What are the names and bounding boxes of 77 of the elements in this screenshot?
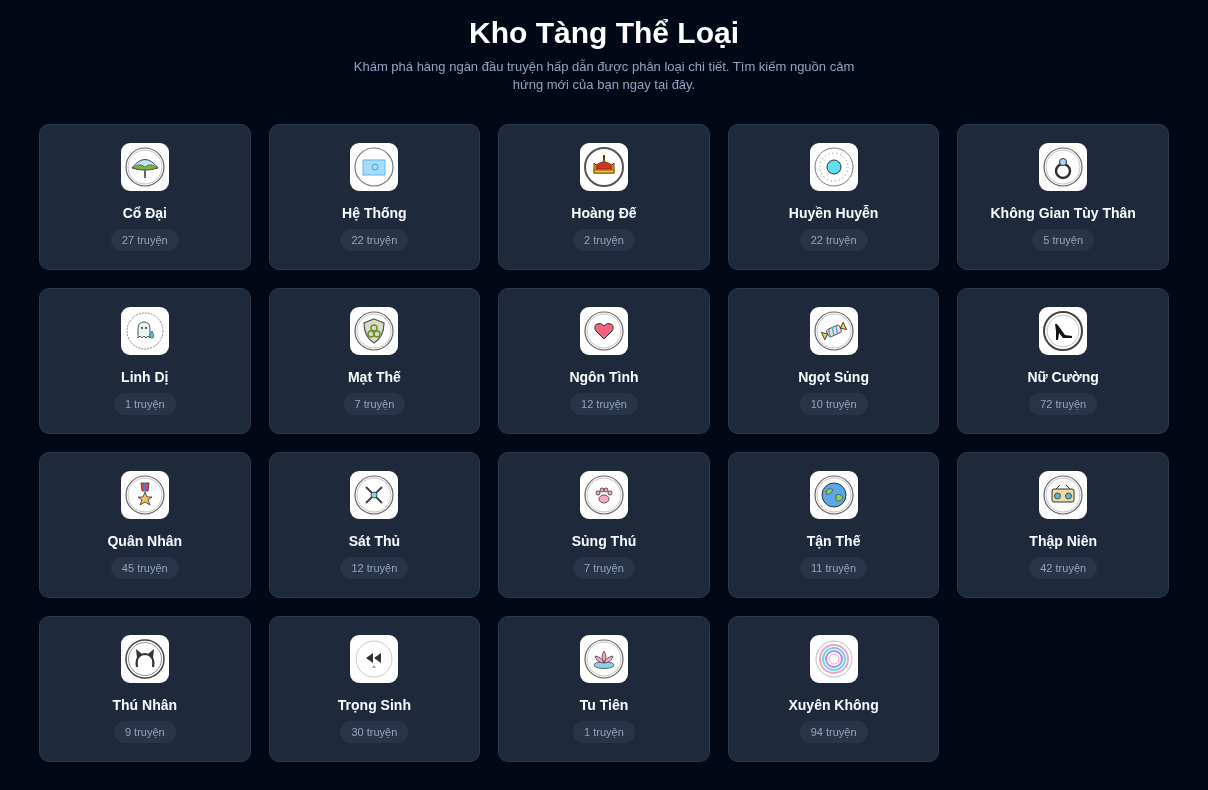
story-count: 30 truyện [340,721,409,743]
genre-card[interactable]: Linh Dị 1 truyện [39,288,251,434]
story-count: 1 truyện [573,721,635,743]
story-count: 45 truyện [110,557,179,579]
genre-name: Sủng Thú [571,532,637,551]
genre-name: Quân Nhân [107,532,183,551]
crossed-swords-icon [350,471,399,519]
story-count: 1 truyện [113,393,176,415]
shield-icon [350,307,399,355]
story-count: 9 truyện [113,721,176,743]
fan-icon [120,143,169,191]
story-count: 7 truyện [573,557,635,579]
story-count: 94 truyện [799,721,868,743]
genre-card[interactable]: Tận Thế 11 truyện [727,452,940,598]
story-count: 7 truyện [343,393,406,415]
genre-name: Ngôn Tình [569,368,639,387]
candy-icon [809,307,858,355]
story-count: 5 truyện [1032,229,1095,251]
rewind-icon [350,635,399,683]
ring-icon [1039,143,1088,191]
genre-name: Mạt Thế [347,368,401,387]
genre-card[interactable]: Thú Nhân 9 truyện [39,616,251,762]
globe-icon [809,471,858,519]
genre-name: Tận Thế [806,532,861,551]
story-count: 22 truyện [799,229,868,251]
ghost-icon [120,307,169,355]
genre-card[interactable]: Quân Nhân 45 truyện [39,452,251,598]
portal-icon [809,635,858,683]
genre-name: Tu Tiên [579,696,629,715]
genre-card[interactable]: Mạt Thế 7 truyện [268,288,481,434]
genre-name: Trọng Sinh [337,696,411,715]
screen-icon [350,143,399,191]
genre-name: Xuyên Không [788,696,879,715]
radio-icon [1039,471,1088,519]
lotus-icon [580,635,628,683]
genre-card[interactable]: Hoàng Đế 2 truyện [498,124,710,270]
genre-name: Ngọt Sủng [798,368,869,387]
genre-card[interactable]: Hệ Thống 22 truyện [268,124,481,270]
genre-card[interactable]: Thập Niên 42 truyện [957,452,1169,598]
genre-card[interactable]: Không Gian Tùy Thân 5 truyện [957,124,1169,270]
genre-name: Cổ Đại [122,204,167,223]
story-count: 12 truyện [570,393,638,415]
genre-name: Huyền Huyễn [788,204,879,223]
page-title: Kho Tàng Thể Loại [469,15,739,51]
story-count: 42 truyện [1029,557,1098,579]
genre-card[interactable]: Tu Tiên 1 truyện [498,616,710,762]
genre-card[interactable]: Huyền Huyễn 22 truyện [727,124,940,270]
high-heel-icon [1039,307,1088,355]
genre-card[interactable]: Sủng Thú 7 truyện [498,452,710,598]
story-count: 72 truyện [1029,393,1098,415]
genre-name: Hoàng Đế [571,204,637,223]
orb-icon [809,143,858,191]
cat-ears-icon [120,635,169,683]
genre-card[interactable]: Trọng Sinh 30 truyện [268,616,481,762]
genre-card[interactable]: Ngôn Tình 12 truyện [498,288,710,434]
genre-name: Sát Thủ [348,532,401,551]
story-count: 27 truyện [110,229,179,251]
genre-name: Thú Nhân [112,696,178,715]
genre-name: Linh Dị [121,368,169,387]
story-count: 12 truyện [340,557,409,579]
paw-icon [580,471,628,519]
genre-card[interactable]: Cổ Đại 27 truyện [39,124,251,270]
crown-icon [580,143,628,191]
genre-name: Nữ Cường [1027,368,1099,387]
genre-card[interactable]: Xuyên Không 94 truyện [727,616,940,762]
genre-name: Hệ Thống [342,204,407,223]
genre-card[interactable]: Nữ Cường 72 truyện [957,288,1169,434]
story-count: 2 truyện [573,229,635,251]
genre-card[interactable]: Sát Thủ 12 truyện [268,452,481,598]
genre-card[interactable]: Ngọt Sủng 10 truyện [727,288,940,434]
story-count: 11 truyện [800,557,868,579]
genre-name: Không Gian Tùy Thân [990,204,1136,223]
story-count: 22 truyện [340,229,409,251]
page-subtitle: Khám phá hàng ngàn đầu truyện hấp dẫn được phân loại chi tiết. Tìm kiếm nguồn cảm hứng mới của bạn ngay tại đây. [352,58,856,94]
medal-icon [120,471,169,519]
genre-name: Thập Niên [1029,532,1098,551]
story-count: 10 truyện [799,393,868,415]
